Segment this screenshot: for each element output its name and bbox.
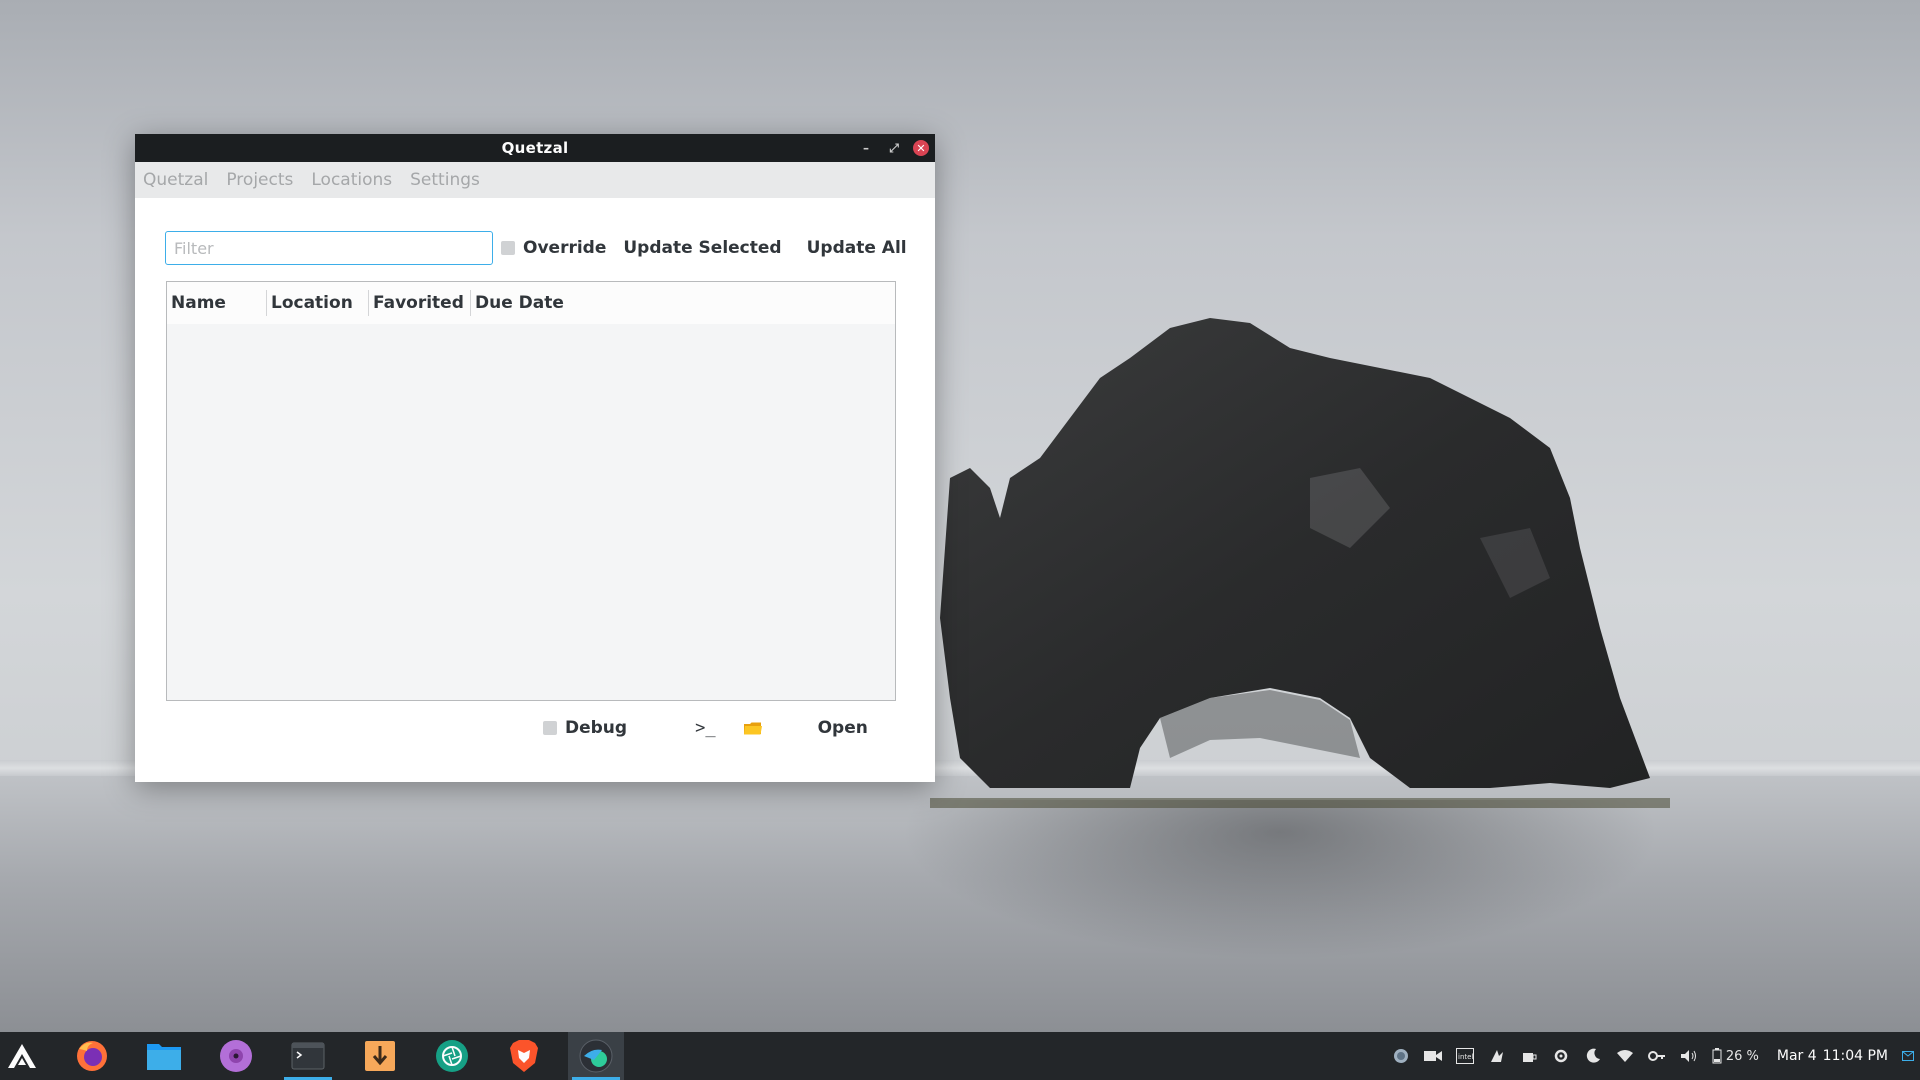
svg-text:intel: intel	[1458, 1053, 1473, 1061]
debug-label: Debug	[565, 718, 628, 738]
override-checkbox-box[interactable]	[501, 241, 515, 255]
toolbar: Override Update Selected Update All	[165, 231, 907, 265]
debug-checkbox[interactable]: Debug	[543, 718, 627, 738]
system-tray: intel 26 % Mar 4 11:04 PM	[1392, 1032, 1920, 1080]
menu-projects[interactable]: Projects	[226, 170, 293, 190]
update-selected-button[interactable]: Update Selected	[623, 238, 781, 258]
taskbar: intel 26 % Mar 4 11:04 PM	[0, 1032, 1920, 1080]
quetzal-icon	[579, 1039, 613, 1073]
battery-percent: 26 %	[1725, 1048, 1759, 1064]
taskbar-camera-app[interactable]	[424, 1032, 480, 1080]
app-launcher-button[interactable]	[0, 1032, 44, 1080]
music-player-icon	[220, 1040, 252, 1072]
menu-settings[interactable]: Settings	[410, 170, 480, 190]
terminal-button[interactable]: >_	[695, 718, 715, 738]
key-icon[interactable]	[1647, 1047, 1666, 1065]
minimize-button[interactable]: –	[857, 139, 875, 157]
download-manager-icon	[365, 1041, 395, 1071]
window-titlebar[interactable]: Quetzal – ⤢ ✕	[135, 134, 935, 162]
night-mode-icon[interactable]	[1584, 1047, 1602, 1065]
folder-icon	[743, 722, 762, 734]
taskbar-firefox[interactable]	[64, 1032, 120, 1080]
wallpaper-reflection	[900, 800, 1660, 960]
app-launcher-icon	[8, 1044, 36, 1068]
video-camera-icon[interactable]	[1423, 1047, 1442, 1065]
intel-icon[interactable]: intel	[1455, 1047, 1474, 1065]
column-header-name[interactable]: Name	[167, 290, 267, 316]
notifications-icon[interactable]	[1392, 1047, 1410, 1065]
battery-icon[interactable]	[1712, 1047, 1722, 1065]
wallpaper-rock	[930, 318, 1670, 808]
quetzal-window: Quetzal – ⤢ ✕ Quetzal Projects Locations…	[135, 134, 935, 782]
taskbar-quetzal[interactable]	[568, 1032, 624, 1080]
override-checkbox[interactable]: Override	[501, 238, 606, 258]
column-header-due-date[interactable]: Due Date	[471, 290, 611, 316]
volume-icon[interactable]	[1680, 1047, 1698, 1065]
debug-checkbox-box[interactable]	[543, 721, 557, 735]
menu-locations[interactable]: Locations	[311, 170, 392, 190]
open-button[interactable]: Open	[818, 718, 868, 738]
clock-time[interactable]: 11:04 PM	[1823, 1048, 1888, 1064]
mail-icon[interactable]	[1902, 1047, 1914, 1065]
update-all-button[interactable]: Update All	[807, 238, 907, 258]
clock-date[interactable]: Mar 4	[1777, 1048, 1817, 1064]
projects-table[interactable]: Name Location Favorited Due Date	[166, 281, 896, 701]
settings-icon[interactable]	[1552, 1047, 1570, 1065]
wifi-icon[interactable]	[1616, 1047, 1634, 1065]
open-folder-button[interactable]	[743, 722, 762, 735]
taskbar-brave-browser[interactable]	[496, 1032, 552, 1080]
window-title: Quetzal	[501, 139, 569, 157]
column-header-location[interactable]: Location	[267, 290, 369, 316]
window-controls: – ⤢ ✕	[857, 139, 929, 157]
bottom-bar: Debug >_ Open	[535, 718, 868, 738]
brave-browser-icon	[510, 1040, 538, 1072]
taskbar-terminal[interactable]	[280, 1032, 336, 1080]
menu-quetzal[interactable]: Quetzal	[143, 170, 208, 190]
file-manager-icon	[147, 1044, 181, 1070]
camera-app-icon	[436, 1040, 468, 1072]
column-header-favorited[interactable]: Favorited	[369, 290, 471, 316]
filter-input[interactable]	[165, 231, 493, 265]
terminal-icon	[291, 1042, 325, 1070]
steam-like-icon[interactable]	[1488, 1047, 1506, 1065]
taskbar-download-manager[interactable]	[352, 1032, 408, 1080]
maximize-button[interactable]: ⤢	[885, 139, 903, 157]
menu-bar: Quetzal Projects Locations Settings	[135, 162, 935, 198]
firefox-icon	[77, 1041, 107, 1071]
coffee-icon[interactable]	[1520, 1047, 1538, 1065]
taskbar-file-manager[interactable]	[136, 1032, 192, 1080]
taskbar-music-player[interactable]	[208, 1032, 264, 1080]
override-label: Override	[523, 238, 607, 258]
close-button[interactable]: ✕	[913, 140, 929, 156]
table-header: Name Location Favorited Due Date	[167, 282, 895, 324]
